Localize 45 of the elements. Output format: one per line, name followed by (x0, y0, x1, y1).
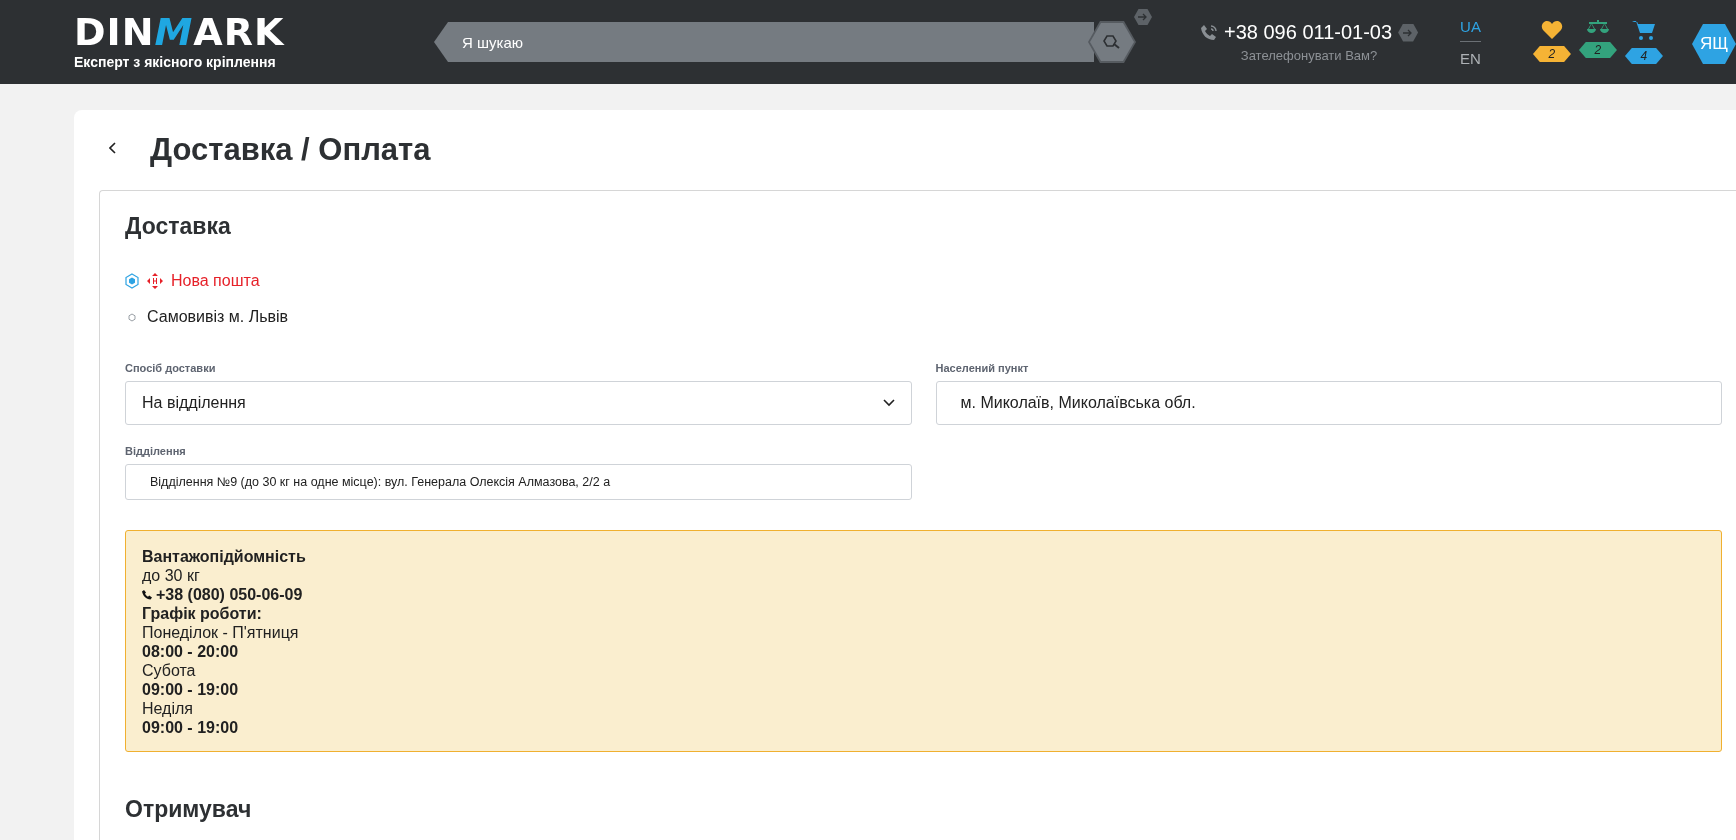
arrow-button[interactable] (1134, 9, 1152, 25)
callback-link[interactable]: Зателефонувати Вам? (1240, 48, 1378, 63)
input-field[interactable]: м. Миколаїв, Миколаївська обл. (935, 381, 1722, 425)
branch-phone: +38 (080) 050-06-09 (142, 585, 1705, 604)
info-line: 09:00 - 19:00 (142, 718, 240, 737)
phone-icon (142, 589, 152, 600)
radio-selected-icon[interactable] (125, 273, 139, 289)
info-line: Субота (142, 661, 197, 680)
info-line: Графік роботи: (142, 604, 263, 623)
logo-tagline: Експерт з якісного кріплення (74, 54, 277, 70)
info-line: 09:00 - 19:00 (142, 680, 240, 699)
page-title: Доставка / Оплата (150, 132, 431, 168)
select-field[interactable]: На відділення (125, 381, 912, 425)
info-line: Неділя (142, 699, 194, 718)
phone-icon (1200, 23, 1218, 42)
field-label: Спосіб доставки (125, 362, 217, 374)
delivery-option[interactable]: Самовивіз м. Львів (125, 306, 1722, 328)
delivery-option[interactable]: Нова пошта (125, 270, 1722, 292)
heart-icon[interactable] (1540, 20, 1563, 40)
count-badge: 2 (1532, 46, 1571, 62)
count-badge: 2 (1578, 42, 1617, 58)
arrow-icon (1403, 28, 1414, 37)
info-line: 08:00 - 20:00 (142, 642, 240, 661)
arrow-icon (1138, 13, 1148, 21)
scales-icon[interactable] (1585, 20, 1610, 36)
info-line: Вантажопідйомність (142, 547, 307, 566)
search-icon (1103, 34, 1121, 50)
count-badge: 4 (1624, 48, 1663, 64)
info-line: до 30 кг (142, 566, 201, 585)
cart-icon[interactable] (1631, 20, 1656, 42)
phone-number[interactable]: +38 096 011-01-03 (1224, 21, 1393, 44)
chevron-down-icon (882, 399, 895, 407)
field-label: Населений пункт (935, 362, 1030, 374)
language-option[interactable]: UA (1460, 17, 1481, 42)
language-option[interactable]: EN (1460, 49, 1481, 67)
search-field[interactable]: Я шукаю (434, 22, 1094, 62)
arrow-button[interactable] (1398, 23, 1419, 42)
carrier-logo-icon (147, 273, 163, 289)
chevron-left-icon (109, 142, 117, 154)
input-field[interactable]: Відділення №9 (до 30 кг на одне місце): вул. Генерала Олексія Алмазова, 2/2 а (125, 464, 912, 500)
section-heading: Доставка (125, 213, 232, 240)
logo-text[interactable]: DINMARK (74, 14, 434, 50)
section-heading: Отримувач (125, 796, 253, 823)
field-label: Відділення (125, 445, 187, 457)
info-line: Понеділок - П'ятниця (142, 623, 300, 642)
